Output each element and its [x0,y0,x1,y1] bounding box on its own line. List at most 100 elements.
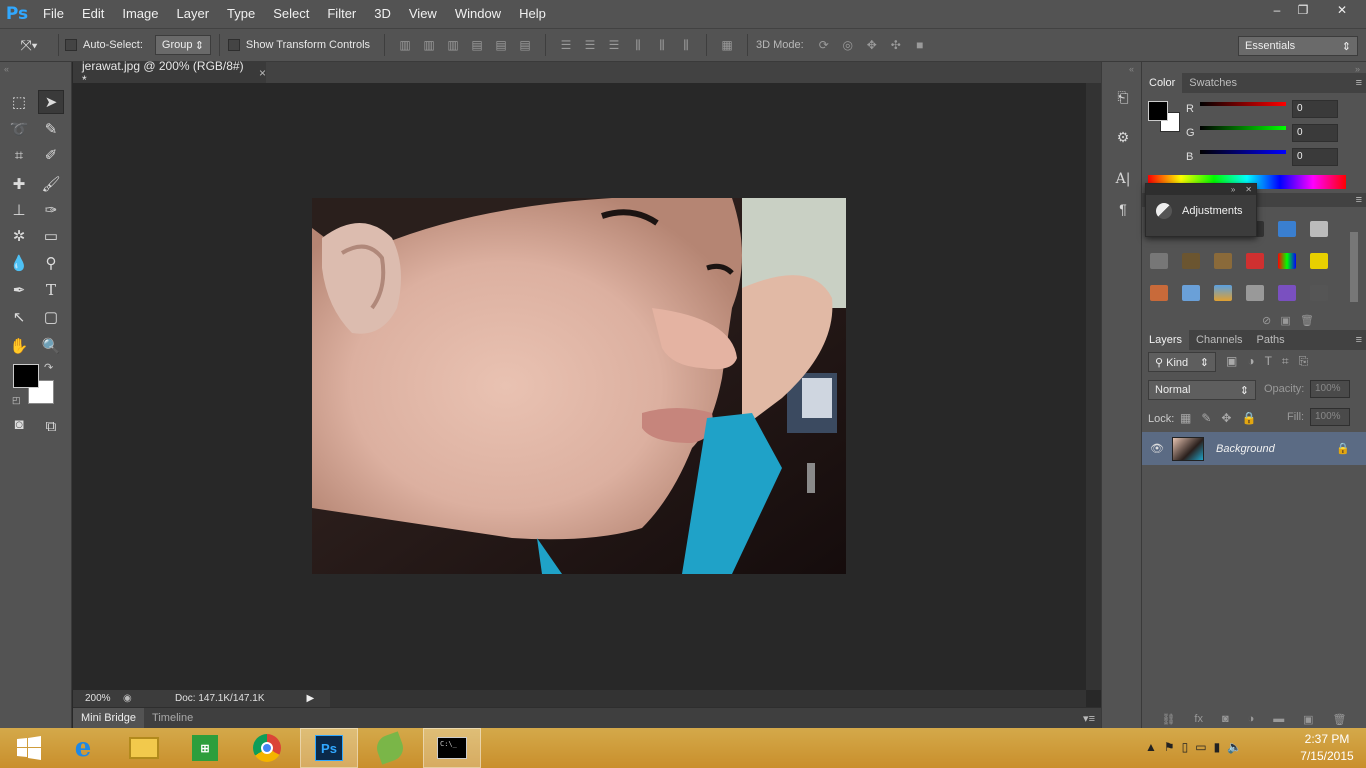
tab-color[interactable]: Color [1142,73,1183,93]
dodge-tool-icon[interactable]: ⚲ [38,251,64,275]
link-layers-icon[interactable]: ⛓ [1161,713,1175,726]
new-group-icon[interactable]: ▬ [1273,713,1284,725]
layer-name[interactable]: Background [1216,443,1275,455]
clone-stamp-tool-icon[interactable]: ⊥ [6,198,32,222]
menu-image[interactable]: Image [113,0,167,28]
adj-bw-icon[interactable] [1182,253,1200,269]
history-brush-tool-icon[interactable]: ✑ [38,198,64,222]
adjustments-scrollbar[interactable] [1350,232,1358,302]
document-tab[interactable]: jerawat.jpg @ 200% (RGB/8#) * × [73,59,266,87]
fill-value[interactable]: 100% [1310,408,1350,426]
foreground-color-swatch-top[interactable] [13,364,39,388]
auto-select-dropdown[interactable]: Group ⇕ [154,35,211,55]
tab-swatches[interactable]: Swatches [1182,73,1244,93]
distribute-right-icon[interactable]: ⫼ [674,38,698,53]
store-icon[interactable]: ⊞ [176,728,234,768]
vertical-scrollbar[interactable] [1086,83,1101,690]
panel-menu-icon[interactable]: ≡ [1356,194,1362,206]
quick-selection-tool-icon[interactable]: ✎ [38,117,64,141]
adj-invert-icon[interactable] [1310,253,1328,269]
gradient-tool-icon[interactable]: ▭ [38,224,64,248]
adj-threshold-icon[interactable] [1182,285,1200,301]
restore-button[interactable]: ❐ [1286,0,1320,20]
align-top-icon[interactable]: ▥ [393,38,417,52]
workspace-dropdown[interactable]: Essentials ⇕ [1238,36,1358,56]
close-popup-icon[interactable]: ✕ [1245,185,1252,194]
menu-file[interactable]: File [34,0,73,28]
adj-hue-icon[interactable] [1310,221,1328,237]
expand-dock-icon[interactable]: « [1129,64,1134,74]
channel-g-value[interactable]: 0 [1292,124,1338,142]
menu-layer[interactable]: Layer [168,0,219,28]
align-hcenter-icon[interactable]: ▤ [489,38,513,52]
adj-color-balance-icon[interactable] [1150,253,1168,269]
channel-b-value[interactable]: 0 [1292,148,1338,166]
adj-gradient-map-icon[interactable] [1214,285,1232,301]
distribute-top-icon[interactable]: ☰ [554,38,578,52]
channel-g-slider[interactable] [1200,126,1286,130]
auto-select-checkbox[interactable] [65,39,77,51]
menu-help[interactable]: Help [510,0,555,28]
eyedropper-tool-icon[interactable]: ✐ [38,143,64,167]
auto-align-icon[interactable]: ▦ [715,38,739,52]
menu-view[interactable]: View [400,0,446,28]
properties-panel-icon[interactable]: ⚙ [1112,126,1134,148]
corel-icon[interactable] [361,728,419,768]
3d-roll-icon[interactable]: ◎ [836,38,860,52]
type-tool-icon[interactable]: T [38,278,64,302]
paragraph-panel-icon[interactable]: ¶ [1112,198,1134,220]
tab-paths[interactable]: Paths [1250,330,1292,350]
panel-menu-icon[interactable]: ≡ [1356,334,1362,346]
adjustments-popup-item[interactable]: Adjustments [1146,195,1256,227]
adj-selective-color-icon[interactable] [1246,285,1264,301]
close-window-button[interactable]: ✕ [1318,0,1366,20]
quick-mask-icon[interactable]: ◙ [6,412,32,436]
menu-edit[interactable]: Edit [73,0,113,28]
3d-scale-icon[interactable]: ■ [908,38,932,52]
distribute-hcenter-icon[interactable]: ⫼ [650,38,674,53]
foreground-color-chip[interactable] [1148,101,1168,121]
blend-mode-dropdown[interactable]: Normal ⇕ [1148,380,1256,400]
cmd-icon[interactable]: C:\_ [423,728,481,768]
menu-window[interactable]: Window [446,0,510,28]
document-image[interactable] [312,198,846,574]
layer-row[interactable]: 👁 Background 🔒 [1142,432,1366,465]
start-button[interactable] [0,728,58,768]
swap-colors-icon[interactable]: ↷ [44,361,53,374]
menu-type[interactable]: Type [218,0,264,28]
adj-photo-filter-icon[interactable] [1214,253,1232,269]
tab-timeline[interactable]: Timeline [144,708,201,729]
tab-channels[interactable]: Channels [1189,330,1249,350]
channel-r-slider[interactable] [1200,102,1286,106]
hand-tool-icon[interactable]: ✋ [6,334,32,358]
screen-mode-icon[interactable]: ⧉ [38,414,64,438]
menu-3d[interactable]: 3D [365,0,400,28]
distribute-vcenter-icon[interactable]: ☰ [578,38,602,52]
character-panel-icon[interactable]: A| [1112,168,1134,190]
healing-brush-tool-icon[interactable]: ✚ [6,172,32,196]
close-document-icon[interactable]: × [259,66,266,80]
align-vcenter-icon[interactable]: ▥ [417,38,441,52]
new-layer-icon[interactable]: ▣ [1303,713,1313,726]
panel-menu-icon[interactable]: ≡ [1356,77,1362,89]
3d-slide-icon[interactable]: ✣ [884,38,908,52]
align-bottom-icon[interactable]: ▥ [441,38,465,52]
history-panel-icon[interactable]: ⎗ [1112,86,1134,108]
eraser-tool-icon[interactable]: ✲ [6,224,32,248]
ie-icon[interactable]: e [54,728,112,768]
align-right-icon[interactable]: ▤ [513,38,537,52]
tab-mini-bridge[interactable]: Mini Bridge [73,707,145,729]
layer-filter-icons[interactable]: ▣◑T⌗⎘ [1226,354,1318,369]
expand-popup-icon[interactable]: » [1231,185,1235,194]
adj-channel-mixer-icon[interactable] [1246,253,1264,269]
opacity-value[interactable]: 100% [1310,380,1350,398]
menu-filter[interactable]: Filter [318,0,365,28]
adj-vibrance-icon[interactable] [1278,221,1296,237]
3d-orbit-icon[interactable]: ⟳ [812,38,836,52]
adjustment-layer-icon[interactable]: ◑ [1248,713,1255,725]
menu-select[interactable]: Select [264,0,318,28]
marquee-tool-icon[interactable]: ⬚ [6,90,32,114]
photoshop-icon[interactable]: Ps [300,728,358,768]
default-colors-icon[interactable]: ◰ [12,395,21,406]
kind-filter-dropdown[interactable]: ⚲ Kind ⇕ [1148,352,1216,372]
